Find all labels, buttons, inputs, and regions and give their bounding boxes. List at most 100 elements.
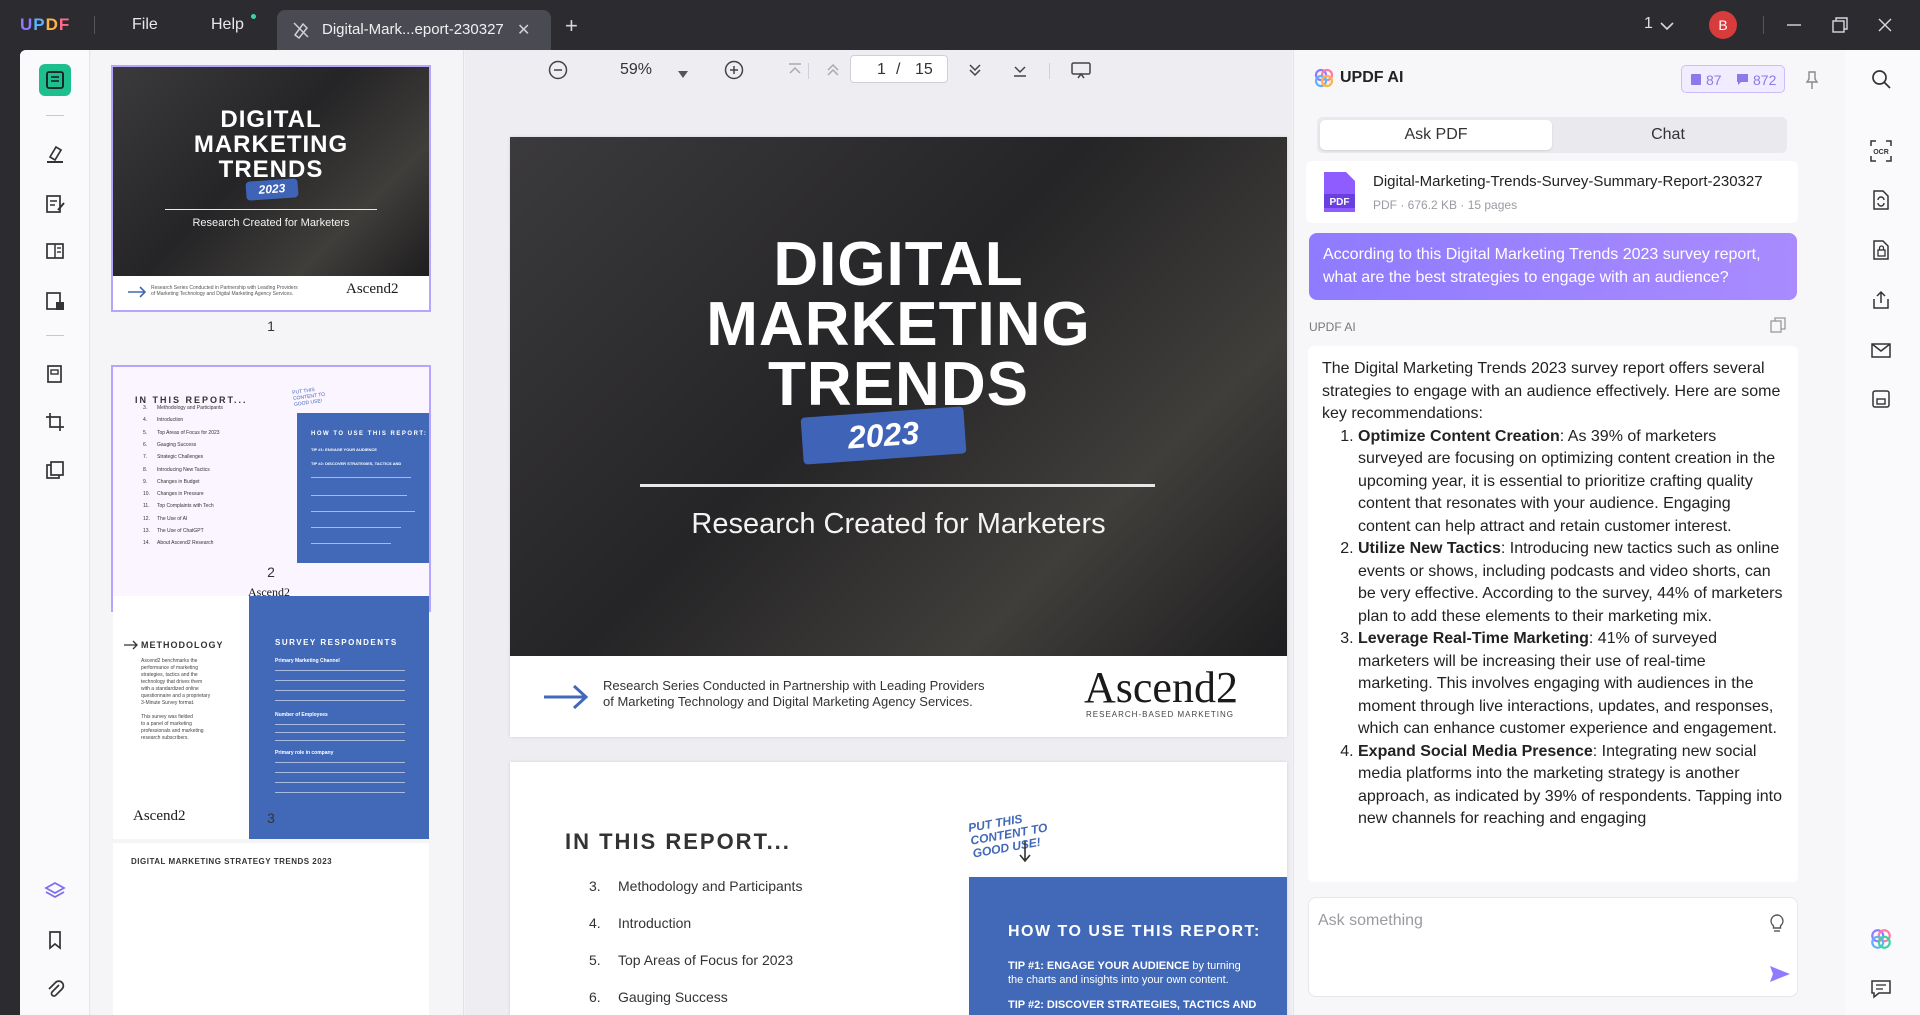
bookmark-button[interactable]	[39, 924, 71, 956]
workspace: DIGITAL MARKETING TRENDS 2023 Research C…	[20, 50, 1920, 1015]
thumb-method-line: questionnaire and a proprietary	[141, 693, 211, 699]
thumb-toc-number: 7.	[143, 454, 148, 461]
toc-item-label[interactable]: Top Areas of Focus for 2023	[618, 952, 793, 968]
zoom-in-button[interactable]	[721, 57, 747, 83]
svg-text:PDF: PDF	[1330, 197, 1350, 208]
fill-sign-button[interactable]	[39, 285, 71, 317]
tab-chat[interactable]: Chat	[1552, 120, 1784, 150]
form-tool-button[interactable]	[39, 235, 71, 267]
left-toolbar	[20, 50, 90, 1015]
chevron-down-icon[interactable]	[1660, 18, 1674, 36]
thumb-toc-label: Introducing New Tactics	[157, 466, 210, 473]
answer-item-title: Optimize Content Creation	[1358, 427, 1560, 445]
answer-item-title: Utilize New Tactics	[1358, 540, 1501, 557]
first-page-button[interactable]	[782, 57, 808, 83]
thumb-tip1: TIP #1: ENGAGE YOUR AUDIENCE	[311, 447, 377, 452]
reader-mode-button[interactable]	[39, 64, 71, 96]
comment-list-icon	[1871, 980, 1891, 999]
thumb-toc-number: 12.	[143, 515, 150, 522]
page-thumbnail-4[interactable]: DIGITAL MARKETING STRATEGY TRENDS 2023	[113, 843, 429, 1015]
zoom-level[interactable]: 59%	[620, 61, 652, 79]
crop-pages-button[interactable]	[39, 406, 71, 438]
share-button[interactable]	[1868, 287, 1894, 313]
zoom-out-icon	[548, 60, 568, 80]
thumb-year-badge: 2023	[245, 178, 299, 201]
page-thumbnail-1[interactable]: DIGITAL MARKETING TRENDS 2023 Research C…	[111, 65, 431, 312]
close-window-button[interactable]	[1874, 14, 1896, 36]
thumb-toc-label: Changes in Budget	[157, 478, 200, 485]
restore-button[interactable]	[1829, 14, 1851, 36]
document-viewer[interactable]: 59% 1 / 15 DIGITAL MARKETING TRENDS 2023…	[465, 50, 1292, 1015]
last-page-button[interactable]	[1007, 57, 1033, 83]
attachment-button[interactable]	[39, 973, 71, 1005]
close-tab-icon[interactable]: ✕	[517, 20, 530, 40]
comment-tool-button[interactable]	[39, 138, 71, 170]
tools-button[interactable]	[39, 454, 71, 486]
highlighter-icon	[47, 145, 63, 163]
document-tab[interactable]: Digital-Mark...eport-230327 ✕	[277, 10, 551, 50]
user-avatar[interactable]: B	[1709, 11, 1737, 39]
zoom-out-button[interactable]	[545, 57, 571, 83]
send-icon[interactable]	[1769, 964, 1791, 984]
email-button[interactable]	[1868, 337, 1894, 363]
search-icon	[1872, 70, 1891, 89]
save-button[interactable]	[1868, 386, 1894, 412]
cover-footer-text: Research Series Conducted in Partnership…	[603, 678, 985, 693]
thumb-method-line: with a standardized online	[141, 686, 199, 692]
document-link-icon	[291, 20, 311, 44]
tab-ask-pdf[interactable]: Ask PDF	[1320, 120, 1552, 150]
next-page-button[interactable]	[962, 57, 988, 83]
updf-ai-button[interactable]	[1868, 926, 1894, 952]
presentation-button[interactable]	[1068, 57, 1094, 83]
layers-button[interactable]	[39, 875, 71, 907]
thumb-toc-number: 8.	[143, 466, 148, 473]
thumb-toc-number: 5.	[143, 429, 148, 436]
menu-file[interactable]: File	[132, 16, 158, 34]
window-page-indicator[interactable]: 1	[1644, 15, 1653, 33]
brand-tagline: RESEARCH-BASED MARKETING	[1086, 710, 1235, 719]
ask-input[interactable]: Ask something	[1318, 912, 1423, 930]
menu-help[interactable]: Help	[211, 16, 244, 34]
page-number-input[interactable]: 1 / 15	[850, 55, 948, 83]
convert-button[interactable]	[1868, 187, 1894, 213]
protect-button[interactable]	[1868, 237, 1894, 263]
thumb-toc-number: 3.	[143, 405, 148, 411]
search-button[interactable]	[1868, 66, 1894, 92]
thumb-toc-number: 4.	[143, 417, 148, 424]
zoom-in-icon	[724, 60, 744, 80]
organize-pages-button[interactable]	[39, 358, 71, 390]
previous-page-button[interactable]	[820, 57, 846, 83]
edit-tool-button[interactable]	[39, 188, 71, 220]
thumb-toc-label: Introduction	[157, 417, 184, 424]
answer-item-title: Leverage Real-Time Marketing	[1358, 630, 1589, 647]
thumb-method-line: 3-Minute Survey format.	[141, 700, 195, 706]
minimize-button[interactable]	[1783, 14, 1805, 36]
attached-file-card[interactable]: PDF Digital-Marketing-Trends-Survey-Summ…	[1306, 161, 1798, 223]
edit-pdf-icon	[46, 195, 65, 213]
new-tab-button[interactable]: +	[565, 13, 578, 39]
page-thumbnail-3[interactable]: METHODOLOGY Ascend2 benchmarks the perfor…	[113, 596, 429, 839]
pdf-file-icon: PDF	[1324, 172, 1355, 212]
toc-item-label[interactable]: Gauging Success	[618, 989, 728, 1005]
thumb-method-line: research subscribers.	[141, 735, 189, 741]
pin-icon[interactable]	[1804, 70, 1820, 90]
ai-credits-badge[interactable]: 87 872	[1681, 65, 1785, 93]
tip1-bold: TIP #1: ENGAGE YOUR AUDIENCE	[1008, 960, 1190, 972]
thumb-method-line: This survey was fielded	[141, 714, 193, 720]
copy-icon[interactable]	[1769, 316, 1787, 334]
thumb-section: Number of Employees	[275, 712, 328, 718]
tip2-text: TIP #2: DISCOVER STRATEGIES, TACTICS AND	[1008, 999, 1257, 1011]
zoom-dropdown-icon[interactable]	[678, 65, 688, 83]
thumb-footer-text: of Marketing Technology and Digital Mark…	[151, 291, 294, 297]
toc-item-label[interactable]: Methodology and Participants	[618, 878, 802, 894]
thumb-toc-label: Methodology and Participants	[157, 405, 223, 411]
thumb-method-line: technology that drives them	[141, 679, 203, 685]
title-bar: UPDF File Help Digital-Mark...eport-2303…	[0, 0, 1920, 50]
comments-button[interactable]	[1868, 976, 1894, 1002]
lightbulb-icon[interactable]	[1768, 913, 1786, 933]
page-separator: /	[896, 61, 901, 78]
ocr-button[interactable]: OCR	[1868, 138, 1894, 164]
ocr-icon: OCR	[1870, 140, 1892, 162]
toc-item-label[interactable]: Introduction	[618, 915, 691, 931]
thumb-method-line: professionals and marketing	[141, 728, 204, 734]
